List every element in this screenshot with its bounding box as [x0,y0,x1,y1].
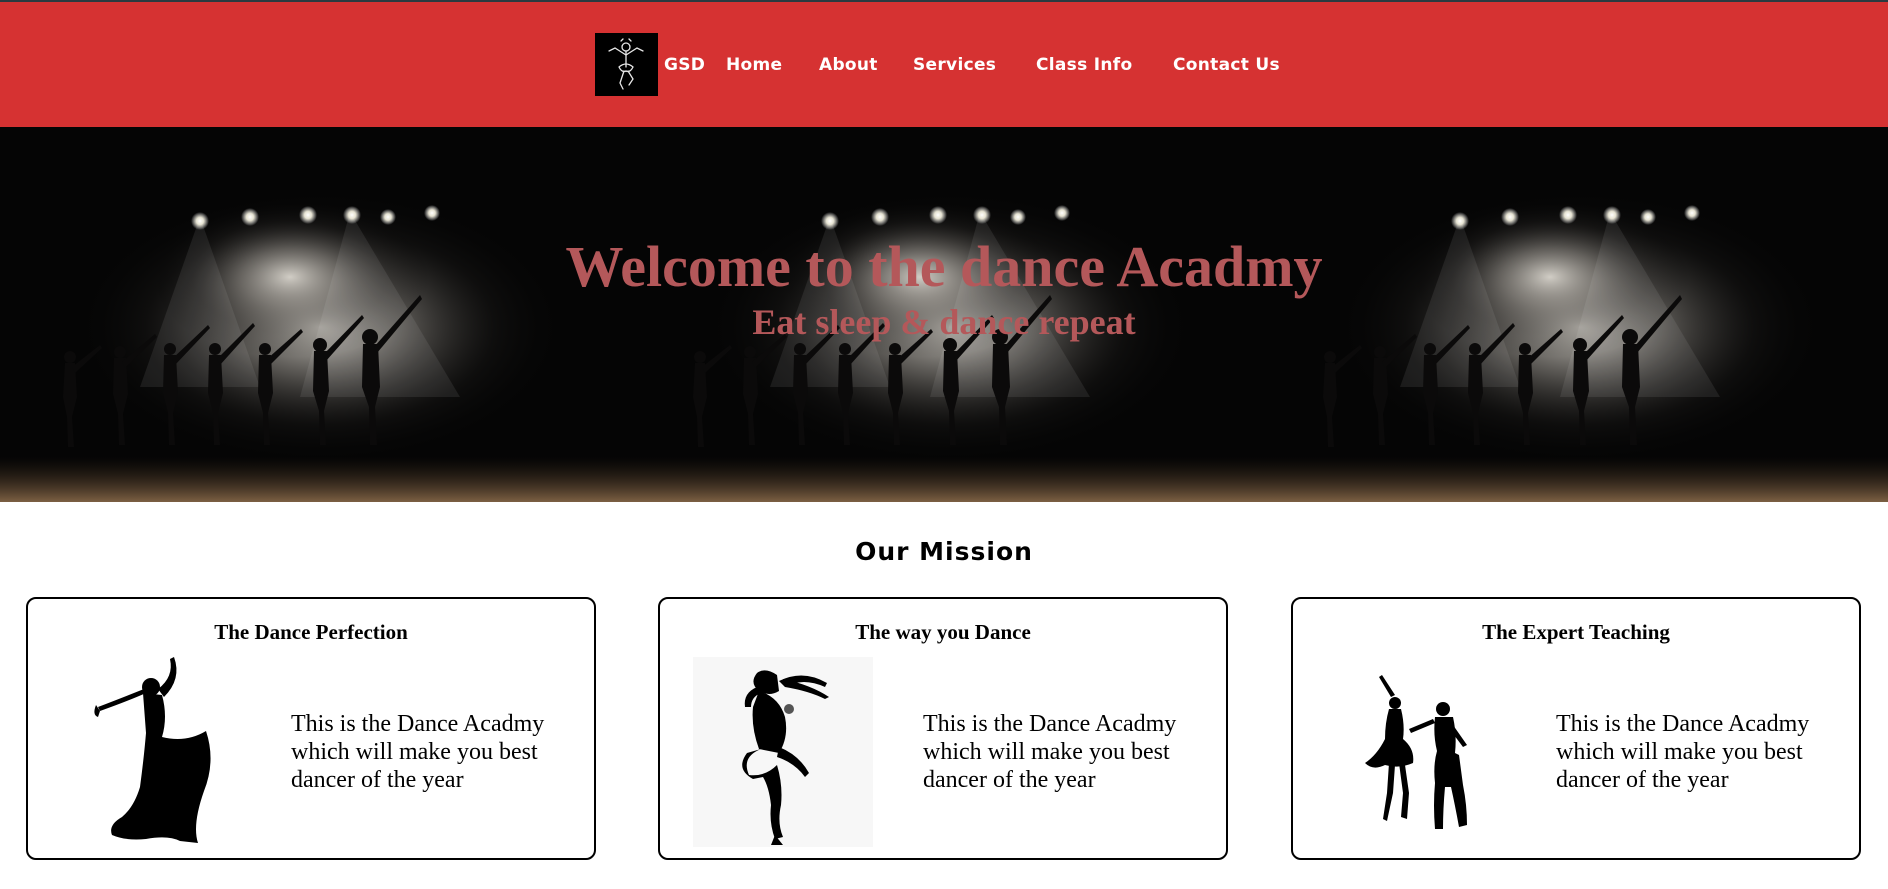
card-text: This is the Dance Acadmy which will make… [291,711,545,793]
hero-subtitle: Eat sleep & dance repeat [752,302,1136,342]
flamenco-dancer-silhouette [94,657,211,843]
mission-heading: Our Mission [855,537,1033,566]
navbar: GSD Home About Services Class Info Conta… [0,2,1888,127]
card-title: The Dance Perfection [214,620,408,644]
nav-brand-link[interactable]: GSD [664,54,705,76]
logo[interactable] [595,33,658,96]
nav-link-services[interactable]: Services [913,54,996,76]
card-text: This is the Dance Acadmy which will make… [923,711,1177,793]
nav-link-contact-us[interactable]: Contact Us [1173,54,1280,76]
latin-couple-silhouette [1365,675,1467,829]
mission-card-dance-perfection: The Dance Perfection This is the Dance A… [26,597,596,860]
mission-card-expert-teaching: The Expert Teaching This is the Dance Ac… [1291,597,1861,860]
card-title: The way you Dance [855,620,1031,644]
hero-banner: Welcome to the dance Acadmy Eat sleep & … [0,127,1888,502]
dancer-sketch-icon [595,33,658,96]
card-title: The Expert Teaching [1482,620,1670,644]
hero-title: Welcome to the dance Acadmy [565,234,1323,299]
card-text: This is the Dance Acadmy which will make… [1556,711,1810,793]
nav-link-about[interactable]: About [819,54,878,76]
mission-card-way-you-dance: The way you Dance This is the Dance Acad… [658,597,1228,860]
nav-link-class-info[interactable]: Class Info [1036,54,1132,76]
nav-link-home[interactable]: Home [726,54,782,76]
jumping-dancer-silhouette [693,657,873,847]
